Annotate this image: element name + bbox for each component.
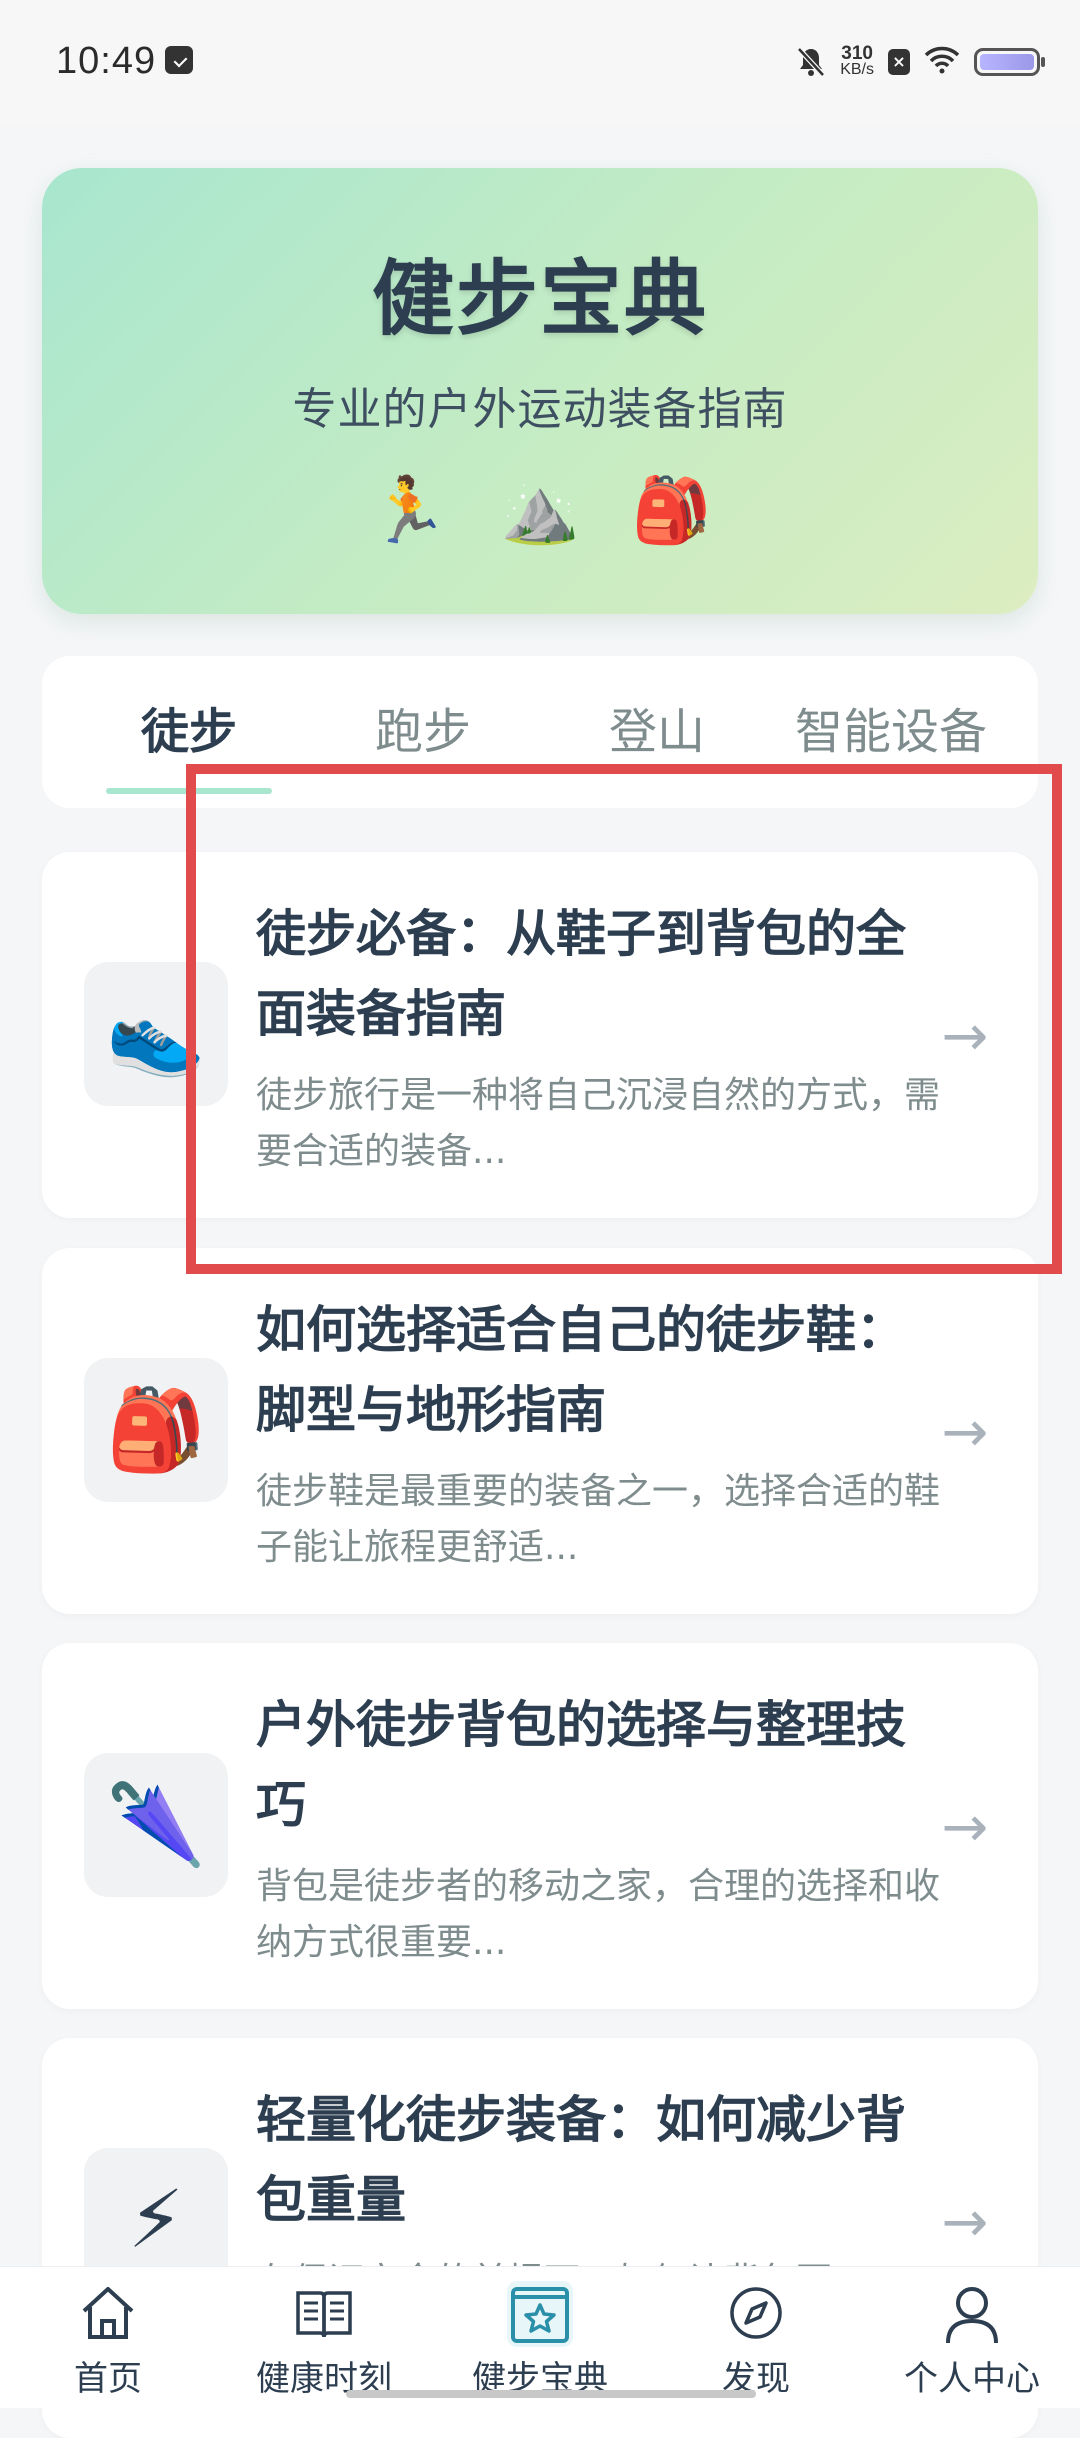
tab-climbing[interactable]: 登山	[540, 656, 774, 808]
article-title: 轻量化徒步装备：如何减少背包重量	[256, 2091, 906, 2229]
bell-off-icon	[796, 46, 826, 78]
book-icon	[292, 2281, 356, 2345]
mountain-icon: ⛰️	[500, 474, 580, 548]
status-indicators: 310 KB/s ×	[796, 42, 1045, 82]
backpack-icon: 🎒	[631, 474, 712, 548]
wifi-icon	[924, 46, 960, 78]
hero-title: 健步宝典	[371, 252, 708, 347]
network-speed: 310 KB/s	[840, 43, 874, 78]
nav-discover[interactable]: 发现	[648, 2267, 864, 2408]
no-sim-icon: ×	[888, 49, 910, 75]
hero-banner: 健步宝典 专业的户外运动装备指南 🏃 ⛰️ 🎒	[42, 168, 1038, 614]
bottom-nav: 首页 健康时刻 健步宝典 发现 个人中心	[0, 2266, 1080, 2408]
hero-icons: 🏃 ⛰️ 🎒	[42, 466, 1038, 556]
arrow-right-icon[interactable]: →	[930, 1793, 1000, 1863]
status-time: 10:49	[56, 40, 157, 82]
compass-icon	[724, 2281, 788, 2345]
hero-subtitle: 专业的户外运动装备指南	[292, 384, 788, 435]
article-title: 徒步必备：从鞋子到背包的全面装备指南	[256, 905, 906, 1043]
home-indicator[interactable]	[346, 2390, 756, 2398]
nav-health-moments[interactable]: 健康时刻	[216, 2267, 432, 2408]
arrow-right-icon[interactable]: →	[930, 1002, 1000, 1072]
sneaker-icon: 👟	[84, 962, 228, 1106]
nav-label: 首页	[74, 2359, 142, 2399]
nav-profile[interactable]: 个人中心	[864, 2267, 1080, 2408]
tab-running[interactable]: 跑步	[306, 656, 540, 808]
article-description: 徒步鞋是最重要的装备之一，选择合适的鞋子能让旅程更舒适...	[256, 1471, 941, 1568]
article-card[interactable]: 👟 徒步必备：从鞋子到背包的全面装备指南 徒步旅行是一种将自己沉浸自然的方式，需…	[42, 852, 1038, 1218]
runner-icon: 🏃	[368, 474, 449, 548]
category-tabs: 徒步 跑步 登山 智能设备	[42, 656, 1038, 808]
article-card[interactable]: 🌂 户外徒步背包的选择与整理技巧 背包是徒步者的移动之家，合理的选择和收纳方式很…	[42, 1643, 1038, 2009]
article-card[interactable]: 🎒 如何选择适合自己的徒步鞋：脚型与地形指南 徒步鞋是最重要的装备之一，选择合适…	[42, 1248, 1038, 1614]
nav-home[interactable]: 首页	[0, 2267, 216, 2408]
person-icon	[940, 2281, 1004, 2345]
umbrella-icon: 🌂	[84, 1753, 228, 1897]
home-icon	[76, 2281, 140, 2345]
arrow-right-icon[interactable]: →	[930, 2188, 1000, 2258]
tab-hiking[interactable]: 徒步	[72, 656, 306, 808]
backpack-icon: 🎒	[84, 1358, 228, 1502]
article-title: 户外徒步背包的选择与整理技巧	[256, 1696, 906, 1834]
tab-smart-devices[interactable]: 智能设备	[774, 656, 1008, 808]
article-title: 如何选择适合自己的徒步鞋：脚型与地形指南	[256, 1301, 906, 1439]
nav-label: 个人中心	[904, 2359, 1040, 2399]
article-description: 背包是徒步者的移动之家，合理的选择和收纳方式很重要...	[256, 1866, 941, 1963]
nav-hiking-guide[interactable]: 健步宝典	[432, 2267, 648, 2408]
arrow-right-icon[interactable]: →	[930, 1398, 1000, 1468]
battery-icon	[974, 48, 1045, 76]
status-bar: 10:49 310 KB/s ×	[0, 0, 1080, 126]
message-notification-icon	[165, 46, 193, 74]
article-description: 徒步旅行是一种将自己沉浸自然的方式，需要合适的装备...	[256, 1075, 941, 1172]
star-book-icon	[507, 2281, 573, 2347]
